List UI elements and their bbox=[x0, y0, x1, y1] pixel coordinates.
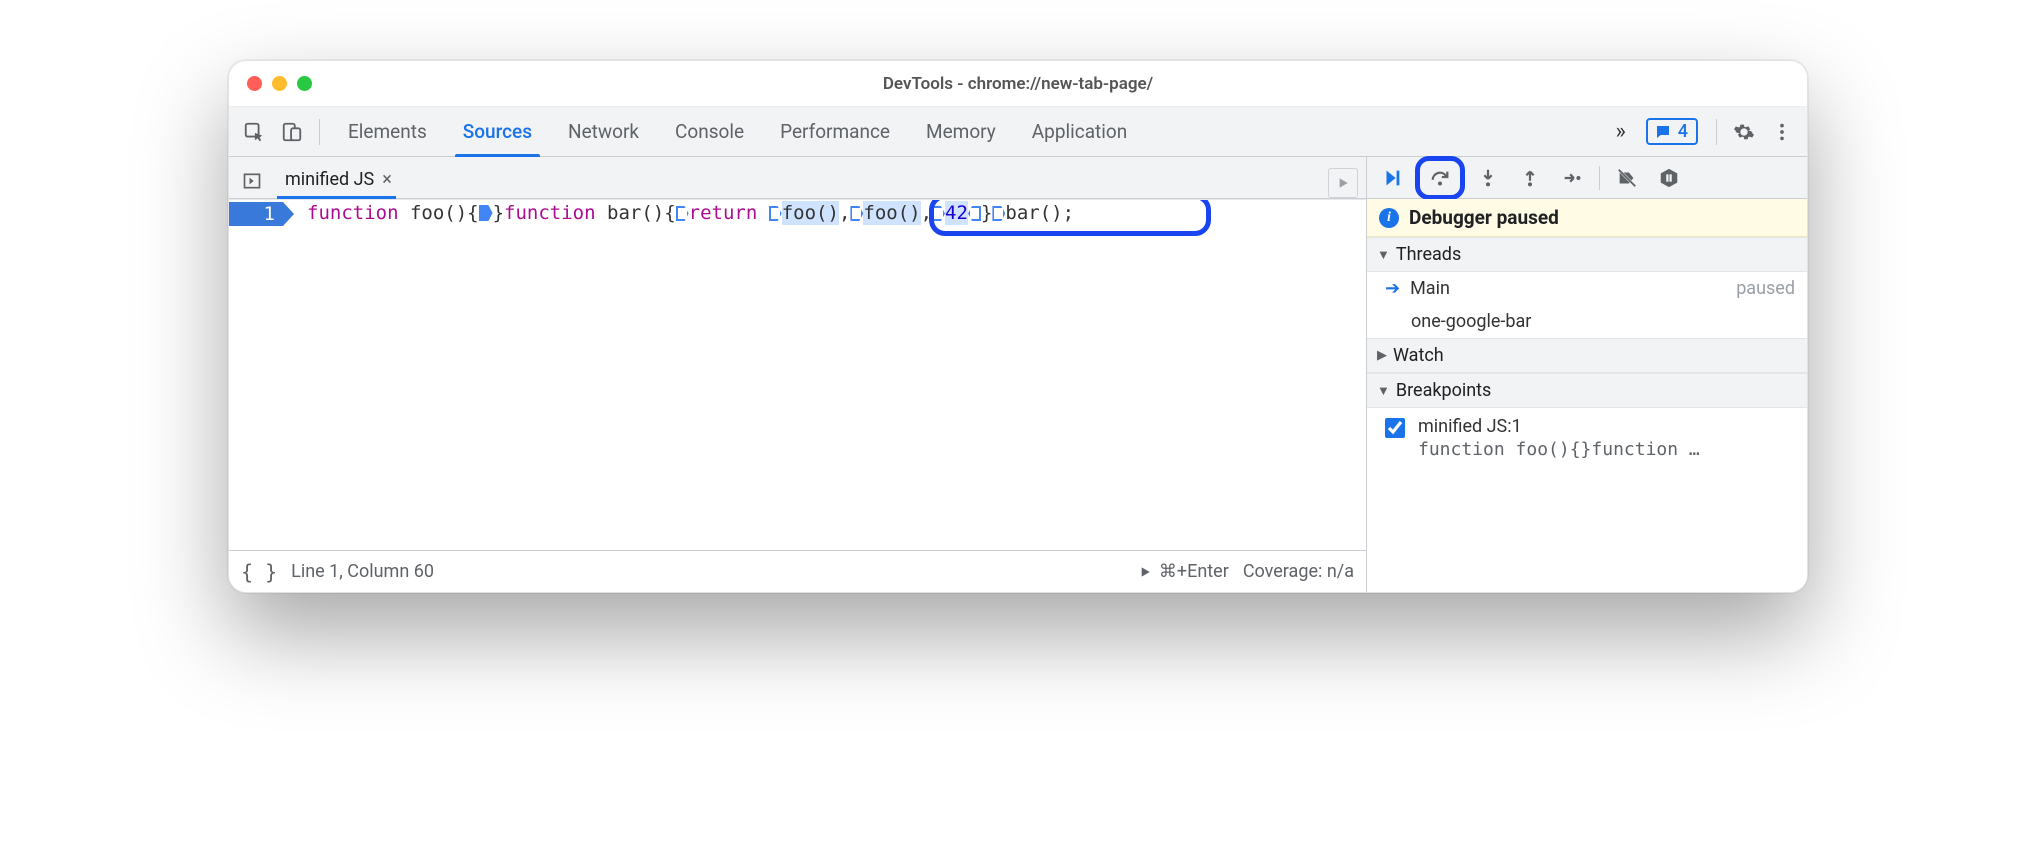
watch-section-header[interactable]: ▶ Watch bbox=[1367, 338, 1807, 373]
step-marker-icon bbox=[850, 206, 863, 221]
inspect-element-icon[interactable] bbox=[237, 115, 271, 149]
line-number-1[interactable]: 1 bbox=[229, 202, 283, 226]
tab-memory[interactable]: Memory bbox=[908, 107, 1014, 156]
thread-secondary-row[interactable]: one-google-bar bbox=[1367, 305, 1807, 338]
pause-on-exceptions-button[interactable] bbox=[1650, 161, 1688, 195]
file-tab-minified-js[interactable]: minified JS × bbox=[271, 163, 402, 198]
window-title: DevTools - chrome://new-tab-page/ bbox=[229, 74, 1807, 94]
thread-main-row[interactable]: ➔ Main paused bbox=[1367, 272, 1807, 305]
more-tabs-button[interactable]: » bbox=[1607, 119, 1633, 144]
tab-performance[interactable]: Performance bbox=[762, 107, 908, 156]
step-marker-icon bbox=[932, 206, 945, 221]
issues-count: 4 bbox=[1678, 121, 1688, 142]
titlebar: DevTools - chrome://new-tab-page/ bbox=[229, 61, 1807, 107]
pretty-print-icon[interactable]: { } bbox=[241, 560, 277, 584]
threads-section-header[interactable]: ▼ Threads bbox=[1367, 237, 1807, 272]
debugger-controls bbox=[1367, 157, 1807, 199]
editor-status-bar: { } Line 1, Column 60 ⌘+Enter Coverage: … bbox=[229, 550, 1366, 592]
snippet-run-icon[interactable] bbox=[1328, 168, 1358, 198]
breakpoints-section-header[interactable]: ▼ Breakpoints bbox=[1367, 373, 1807, 408]
cursor-position: Line 1, Column 60 bbox=[291, 561, 434, 582]
debugger-pane: i Debugger paused ▼ Threads ➔ Main pause… bbox=[1367, 157, 1807, 592]
issues-badge[interactable]: 4 bbox=[1646, 118, 1698, 145]
tab-network[interactable]: Network bbox=[550, 107, 657, 156]
file-tab-bar: minified JS × bbox=[229, 157, 1366, 199]
current-thread-arrow-icon: ➔ bbox=[1385, 278, 1400, 299]
breakpoint-row[interactable]: minified JS:1 function foo(){}function … bbox=[1367, 408, 1807, 468]
step-marker-icon bbox=[676, 206, 689, 221]
panel-tabs: Elements Sources Network Console Perform… bbox=[330, 107, 1145, 156]
minimize-window-button[interactable] bbox=[272, 76, 287, 91]
step-over-button[interactable] bbox=[1415, 156, 1465, 200]
traffic-lights bbox=[229, 76, 312, 91]
devtools-window: DevTools - chrome://new-tab-page/ Elemen… bbox=[228, 60, 1808, 593]
device-toolbar-icon[interactable] bbox=[275, 115, 309, 149]
step-marker-icon bbox=[769, 206, 782, 221]
resume-button[interactable] bbox=[1373, 161, 1411, 195]
file-tab-label: minified JS bbox=[285, 169, 374, 190]
step-into-button[interactable] bbox=[1469, 161, 1507, 195]
tab-elements[interactable]: Elements bbox=[330, 107, 445, 156]
maximize-window-button[interactable] bbox=[297, 76, 312, 91]
close-window-button[interactable] bbox=[247, 76, 262, 91]
step-button[interactable] bbox=[1553, 161, 1591, 195]
code-line-1[interactable]: function foo(){}function bar(){return fo… bbox=[291, 200, 1366, 226]
close-file-tab-icon[interactable]: × bbox=[382, 169, 392, 190]
run-snippet-hint: ⌘+Enter bbox=[1137, 561, 1229, 582]
disclosure-triangle-icon: ▶ bbox=[1377, 348, 1387, 363]
settings-icon[interactable] bbox=[1727, 115, 1761, 149]
debugger-paused-banner: i Debugger paused bbox=[1367, 199, 1807, 237]
step-marker-icon bbox=[992, 206, 1005, 221]
breakpoint-checkbox[interactable] bbox=[1385, 418, 1405, 438]
kebab-menu-icon[interactable] bbox=[1765, 115, 1799, 149]
deactivate-breakpoints-button[interactable] bbox=[1608, 161, 1646, 195]
step-end-marker-icon bbox=[968, 206, 981, 221]
paused-label: Debugger paused bbox=[1409, 206, 1559, 229]
step-out-button[interactable] bbox=[1511, 161, 1549, 195]
coverage-status: Coverage: n/a bbox=[1243, 561, 1354, 582]
sources-editor-pane: minified JS × 1 function foo(){}function… bbox=[229, 157, 1367, 592]
disclosure-triangle-icon: ▼ bbox=[1377, 247, 1390, 263]
disclosure-triangle-icon: ▼ bbox=[1377, 383, 1390, 399]
tab-application[interactable]: Application bbox=[1014, 107, 1145, 156]
code-editor[interactable]: 1 function foo(){}function bar(){return … bbox=[229, 199, 1366, 550]
navigator-toggle-icon[interactable] bbox=[235, 164, 269, 198]
main-toolbar: Elements Sources Network Console Perform… bbox=[229, 107, 1807, 157]
current-execution-marker-icon bbox=[479, 205, 493, 221]
tab-sources[interactable]: Sources bbox=[445, 107, 550, 156]
breakpoint-location: minified JS:1 bbox=[1418, 416, 1700, 437]
info-icon: i bbox=[1379, 208, 1399, 228]
line-number-gutter[interactable]: 1 bbox=[229, 200, 291, 550]
breakpoint-code-preview: function foo(){}function … bbox=[1418, 439, 1700, 460]
tab-console[interactable]: Console bbox=[657, 107, 762, 156]
